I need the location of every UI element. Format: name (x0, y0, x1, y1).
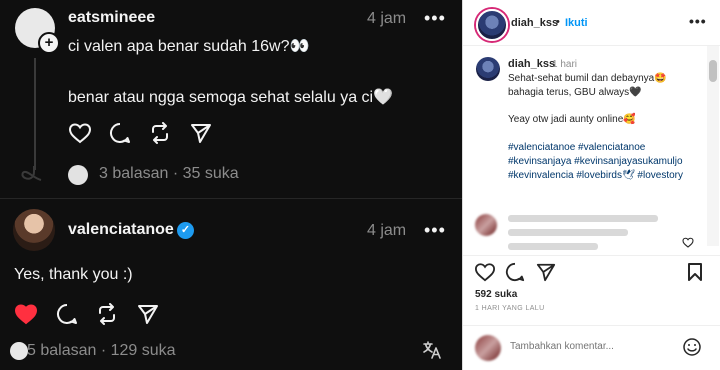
post-text-line-2: benar atau ngga semoga sehat selalu ya c… (68, 89, 394, 106)
caption-time: 1 hari (552, 59, 578, 70)
avatar[interactable] (476, 57, 500, 81)
blurred-comment-meta (508, 243, 598, 250)
separator-dot: • (556, 16, 560, 28)
more-options-button[interactable]: ••• (424, 8, 446, 29)
bookmark-icon[interactable] (687, 262, 703, 282)
instagram-panel: diah_kss • Ikuti ••• diah_kss 1 hari Seh… (462, 0, 720, 370)
avatar[interactable] (13, 209, 55, 251)
heart-icon[interactable] (68, 122, 92, 144)
comment-like-heart-icon[interactable] (682, 237, 694, 248)
heart-icon[interactable] (474, 262, 496, 282)
posted-time-ago: 1 HARI YANG LALU (475, 305, 545, 312)
follow-plus-icon[interactable]: + (38, 32, 60, 54)
hashtag-line[interactable]: #kevinvalencia #lovebirds🕊 #lovestory (508, 169, 683, 183)
divider (463, 325, 720, 326)
caption-username[interactable]: diah_kss (508, 58, 555, 70)
replies-likes-count[interactable]: 3 balasan · 35 suka (99, 165, 239, 183)
caption-line-1: Sehat-sehat bumil dan debaynya🤩 (508, 73, 667, 84)
post-text-line-1: ci valen apa benar sudah 16w?👀 (68, 38, 310, 55)
thread-loop-icon (21, 166, 42, 181)
more-options-button[interactable]: ••• (689, 13, 707, 29)
repost-icon[interactable] (96, 303, 118, 325)
blurred-comment-line (508, 229, 628, 236)
likes-count[interactable]: 592 suka (475, 289, 517, 300)
comment-icon[interactable] (56, 303, 78, 325)
hashtag-line[interactable]: #kevinsanjaya #kevinsanjayasukamuljo (508, 155, 683, 169)
send-icon[interactable] (190, 122, 212, 144)
blurred-comment-line (508, 215, 658, 222)
comment-icon[interactable] (505, 262, 525, 282)
add-comment-input[interactable] (510, 341, 670, 352)
post-username[interactable]: eatsmineee (68, 9, 155, 27)
scrollbar-thumb[interactable] (709, 60, 717, 82)
commenter-avatar[interactable] (475, 214, 497, 236)
post-time: 4 jam (367, 222, 407, 239)
send-icon[interactable] (137, 303, 159, 325)
post-author-username[interactable]: diah_kss (511, 17, 558, 29)
more-options-button[interactable]: ••• (424, 220, 446, 241)
caption-line-3: Yeay otw jadi aunty online🥰 (508, 114, 636, 125)
replier-avatar (10, 342, 28, 360)
translate-icon[interactable] (422, 341, 442, 359)
heart-filled-icon[interactable] (14, 303, 38, 325)
hashtag-line[interactable]: #valenciatanoe #valenciatanoe (508, 141, 645, 155)
replies-likes-count[interactable]: 5 balasan · 129 suka (27, 342, 176, 360)
replier-avatar (68, 165, 88, 185)
thread-connector (34, 58, 36, 170)
comment-icon[interactable] (109, 122, 131, 144)
caption-line-2: bahagia terus, GBU always🖤 (508, 87, 642, 98)
emoji-icon[interactable] (682, 337, 702, 357)
post-time: 4 jam (367, 10, 407, 27)
divider (463, 45, 720, 46)
post-text: Yes, thank you :) (14, 266, 133, 283)
repost-icon[interactable] (149, 122, 171, 144)
divider (0, 198, 462, 199)
threads-panel: + eatsmineee 4 jam ••• ci valen apa bena… (0, 0, 462, 370)
post-username[interactable]: valenciatanoe (68, 221, 174, 239)
avatar[interactable] (476, 9, 508, 41)
follow-button[interactable]: Ikuti (565, 17, 588, 29)
divider (463, 255, 720, 256)
verified-badge-icon: ✓ (177, 222, 194, 239)
current-user-avatar (475, 335, 501, 361)
send-icon[interactable] (536, 262, 556, 282)
